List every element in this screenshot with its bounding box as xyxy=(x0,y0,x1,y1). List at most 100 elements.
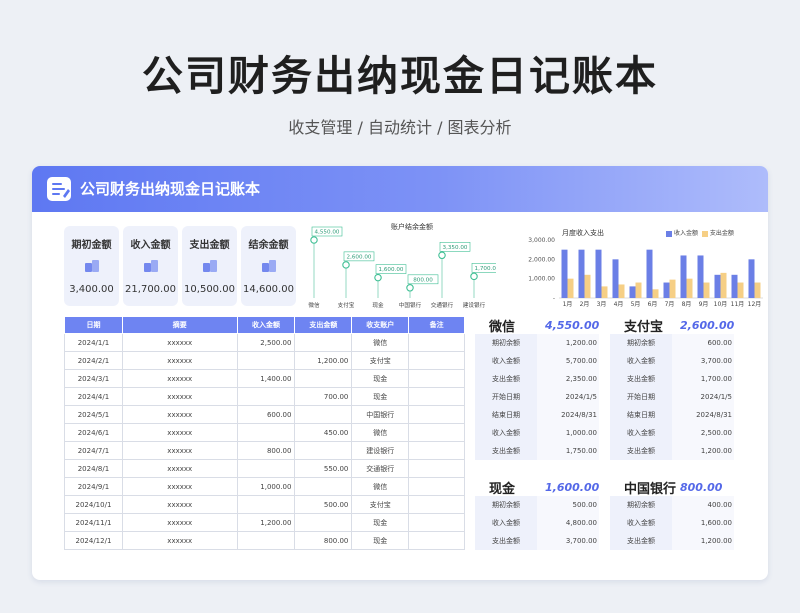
cell-date: 2024/1/1 xyxy=(64,333,123,352)
x-tick-label: 5月 xyxy=(631,301,641,308)
account-panel-wechat: 微信 4,550.00 期初余额 1,200.00 收入金额 5,700.00 支出金额 2,… xyxy=(475,314,599,460)
bar-expense xyxy=(584,274,591,298)
cell-account: 微信 xyxy=(351,477,410,496)
cell-expense xyxy=(294,441,353,460)
col-summary: 摘要 xyxy=(121,316,238,334)
balance-axis-label: 交通银行 xyxy=(431,301,454,309)
cell-note xyxy=(408,423,465,442)
account-panel-alipay: 支付宝 2,600.00 期初余额 600.00 收入金额 3,700.00 支出金额 1,7… xyxy=(610,314,734,460)
bar-income xyxy=(748,259,755,298)
cell-income xyxy=(236,387,296,406)
y-tick-label: 2,000.00 xyxy=(528,256,555,263)
account-row-label: 支出金额 xyxy=(475,532,537,550)
account-row: 收入金额 1,000.00 xyxy=(475,424,599,442)
account-row: 开始日期 2024/1/5 xyxy=(610,388,734,406)
cell-summary: xxxxxx xyxy=(121,531,238,550)
bar-income xyxy=(612,259,619,298)
account-row-value: 1,600.00 xyxy=(672,514,734,532)
account-row-value: 1,750.00 xyxy=(537,442,599,460)
cell-summary: xxxxxx xyxy=(121,387,238,406)
account-head: 现金 1,600.00 xyxy=(475,476,599,497)
balance-point xyxy=(342,261,350,269)
monthly-bar-chart: 3,000.00 2,000.00 1,000.00 - 1月 2月 3月 4月 5月 6月 7月 8… xyxy=(528,237,763,308)
kpi-balance: 结余金额 14,600.00 xyxy=(241,226,296,306)
bar-expense xyxy=(669,279,676,298)
kpi-opening: 期初金额 3,400.00 xyxy=(64,226,119,306)
cell-income: 800.00 xyxy=(236,441,296,460)
cell-account: 支付宝 xyxy=(351,351,410,370)
cell-note xyxy=(408,387,465,406)
bar-income xyxy=(663,282,670,298)
kpi-value: 21,700.00 xyxy=(125,284,176,295)
table-row: 2024/2/1 xxxxxx 1,200.00 支付宝 xyxy=(64,351,465,370)
cell-note xyxy=(408,513,465,532)
cell-account: 交通银行 xyxy=(351,459,410,478)
account-row-value: 2024/8/31 xyxy=(672,406,734,424)
page-title: 公司财务出纳现金日记账本 xyxy=(142,52,658,100)
account-row-label: 支出金额 xyxy=(610,442,672,460)
cell-account: 建设银行 xyxy=(351,441,410,460)
account-row-label: 支出金额 xyxy=(475,370,537,388)
y-tick-label: - xyxy=(553,295,555,302)
page-subtitle: 收支管理 / 自动统计 / 图表分析 xyxy=(288,118,512,137)
account-row-label: 结束日期 xyxy=(610,406,672,424)
account-panel-cash: 现金 1,600.00 期初余额 500.00 收入金额 4,800.00 支出金额 3,70… xyxy=(475,476,599,550)
account-row: 支出金额 1,200.00 xyxy=(610,532,734,550)
card-title: 公司财务出纳现金日记账本 xyxy=(80,180,261,198)
account-row: 收入金额 3,700.00 xyxy=(610,352,734,370)
account-row-label: 结束日期 xyxy=(475,406,537,424)
account-row: 支出金额 1,200.00 xyxy=(610,442,734,460)
account-row-value: 5,700.00 xyxy=(537,352,599,370)
account-row-label: 期初余额 xyxy=(610,334,672,352)
cell-summary: xxxxxx xyxy=(121,495,238,514)
balance-axis-label: 中国银行 xyxy=(399,301,422,309)
table-row: 2024/12/1 xxxxxx 800.00 现金 xyxy=(64,531,465,550)
account-panel-boc: 中国银行 800.00 期初余额 400.00 收入金额 1,600.00 支出金额 1,20… xyxy=(610,476,734,550)
account-row-label: 收入金额 xyxy=(475,352,537,370)
cell-account: 现金 xyxy=(351,513,410,532)
notebook-icon xyxy=(47,177,71,201)
table-row: 2024/7/1 xxxxxx 800.00 建设银行 xyxy=(64,441,465,460)
x-tick-label: 4月 xyxy=(614,301,624,308)
cell-date: 2024/11/1 xyxy=(64,513,123,532)
x-tick-label: 2月 xyxy=(580,301,590,308)
balance-data-label: 1,600.00 xyxy=(379,267,404,273)
kpi-label: 结余金额 xyxy=(248,240,289,251)
cell-summary: xxxxxx xyxy=(121,513,238,532)
cell-expense xyxy=(294,333,353,352)
kpi-label: 收入金额 xyxy=(130,240,171,251)
cell-income xyxy=(236,459,296,478)
cell-expense xyxy=(294,369,353,388)
bar-expense xyxy=(703,282,710,298)
account-row: 支出金额 3,700.00 xyxy=(475,532,599,550)
account-row: 期初余额 600.00 xyxy=(610,334,734,352)
account-row-value: 2024/8/31 xyxy=(537,406,599,424)
ledger-header-row: 日期 摘要 收入金额 支出金额 收支账户 备注 xyxy=(64,316,465,334)
account-name: 微信 xyxy=(489,320,516,335)
account-amount: 2,600.00 xyxy=(680,319,735,332)
cell-date: 2024/6/1 xyxy=(64,423,123,442)
account-row-label: 支出金额 xyxy=(610,370,672,388)
bar-expense xyxy=(720,272,727,298)
cell-income xyxy=(236,531,296,550)
account-row-value: 2024/1/5 xyxy=(672,388,734,406)
cell-summary: xxxxxx xyxy=(121,351,238,370)
cell-income: 1,000.00 xyxy=(236,477,296,496)
account-row: 收入金额 5,700.00 xyxy=(475,352,599,370)
bar-expense xyxy=(618,284,625,298)
cell-income: 1,200.00 xyxy=(236,513,296,532)
account-row-value: 2,500.00 xyxy=(672,424,734,442)
cell-summary: xxxxxx xyxy=(121,369,238,388)
balance-point xyxy=(310,236,318,244)
kpi-value: 3,400.00 xyxy=(69,284,114,295)
account-row: 收入金额 4,800.00 xyxy=(475,514,599,532)
account-name: 中国银行 xyxy=(624,482,677,497)
balance-data-label: 800.00 xyxy=(413,277,433,283)
account-row-label: 期初余额 xyxy=(475,334,537,352)
bar-income xyxy=(697,255,704,298)
cell-account: 现金 xyxy=(351,531,410,550)
cell-expense: 450.00 xyxy=(294,423,353,442)
cell-income xyxy=(236,495,296,514)
account-row: 支出金额 1,750.00 xyxy=(475,442,599,460)
account-row: 收入金额 1,600.00 xyxy=(610,514,734,532)
